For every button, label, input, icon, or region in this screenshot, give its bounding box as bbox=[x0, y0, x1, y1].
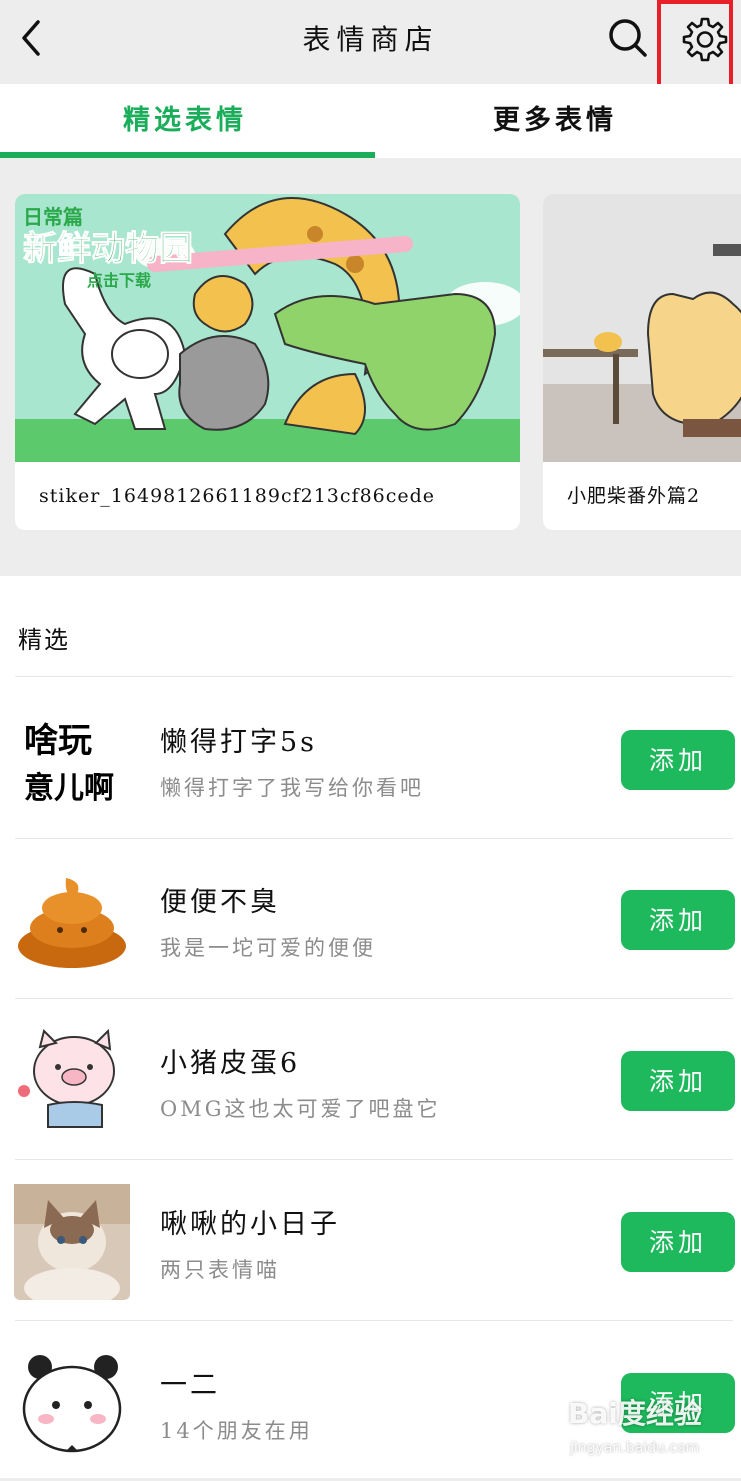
item-subtitle: 我是一坨可爱的便便 bbox=[160, 936, 376, 960]
add-button[interactable]: 添加 bbox=[621, 890, 735, 950]
add-button[interactable]: 添加 bbox=[621, 730, 735, 790]
item-title: 一二 bbox=[160, 1370, 220, 1401]
watermark: Bai度经验 jingyan.baidu.com bbox=[560, 1386, 740, 1466]
banner-image-shiba-dog bbox=[543, 194, 741, 462]
section-heading: 精选 bbox=[18, 626, 70, 654]
item-title: 懒得打字5s bbox=[160, 727, 318, 758]
item-subtitle: 14个朋友在用 bbox=[160, 1419, 313, 1443]
tab-more-stickers[interactable]: 更多表情 bbox=[370, 84, 740, 158]
list-item[interactable]: 啥玩 意儿啊 懒得打字5s 懒得打字了我写给你看吧 添加 bbox=[0, 678, 741, 838]
banner-art-text-1: 日常篇 bbox=[23, 205, 83, 229]
featured-list: 精选 啥玩 意儿啊 懒得打字5s 懒得打字了我写给你看吧 添加 便便不臭 我是一… bbox=[0, 576, 741, 1478]
watermark-logo: Bai度经验 bbox=[568, 1397, 702, 1430]
item-title: 小猪皮蛋6 bbox=[160, 1048, 301, 1079]
sticker-thumbnail-panda bbox=[14, 1345, 130, 1461]
item-subtitle: 懒得打字了我写给你看吧 bbox=[160, 776, 424, 800]
divider bbox=[15, 676, 733, 677]
list-item[interactable]: 便便不臭 我是一坨可爱的便便 添加 bbox=[0, 838, 741, 998]
search-button[interactable] bbox=[606, 16, 650, 60]
banner-art-text-2: 新鲜动物园 bbox=[23, 229, 193, 269]
banner-card[interactable]: 日常篇 新鲜动物园 点击下载 stiker_1649812661189cf213… bbox=[15, 194, 520, 530]
item-title: 啾啾的小日子 bbox=[160, 1209, 340, 1240]
thumbnail-text: 啥玩 bbox=[24, 721, 92, 761]
add-button[interactable]: 添加 bbox=[621, 1212, 735, 1272]
item-subtitle: OMG这也太可爱了吧盘它 bbox=[160, 1097, 441, 1121]
item-subtitle: 两只表情喵 bbox=[160, 1258, 280, 1282]
sticker-thumbnail-handwriting: 啥玩 意儿啊 bbox=[14, 702, 130, 818]
watermark-url: jingyan.baidu.com bbox=[570, 1440, 700, 1456]
add-button[interactable]: 添加 bbox=[621, 1051, 735, 1111]
banner-image-animal-zoo: 日常篇 新鲜动物园 点击下载 bbox=[15, 194, 520, 462]
sticker-thumbnail-pig bbox=[14, 1023, 130, 1139]
thumbnail-text: 意儿啊 bbox=[24, 771, 114, 806]
list-item[interactable]: 啾啾的小日子 两只表情喵 添加 bbox=[0, 1160, 741, 1320]
banner-caption: 小肥柴番外篇2 bbox=[567, 485, 701, 507]
list-item[interactable]: 小猪皮蛋6 OMG这也太可爱了吧盘它 添加 bbox=[0, 999, 741, 1159]
sticker-thumbnail-cat bbox=[14, 1184, 130, 1300]
tab-bar: 精选表情 更多表情 bbox=[0, 84, 741, 158]
banner-caption: stiker_1649812661189cf213cf86cede bbox=[39, 485, 436, 507]
banner-card[interactable]: 小肥柴番外篇2 bbox=[543, 194, 741, 530]
sticker-thumbnail-poop bbox=[18, 878, 126, 968]
top-bar: 表情商店 bbox=[0, 0, 741, 99]
search-icon bbox=[609, 19, 647, 57]
tab-featured-stickers[interactable]: 精选表情 bbox=[0, 84, 370, 158]
banner-art-text-3: 点击下载 bbox=[87, 271, 151, 290]
item-title: 便便不臭 bbox=[160, 887, 280, 918]
banner-carousel[interactable]: 日常篇 新鲜动物园 点击下载 stiker_1649812661189cf213… bbox=[0, 158, 741, 576]
